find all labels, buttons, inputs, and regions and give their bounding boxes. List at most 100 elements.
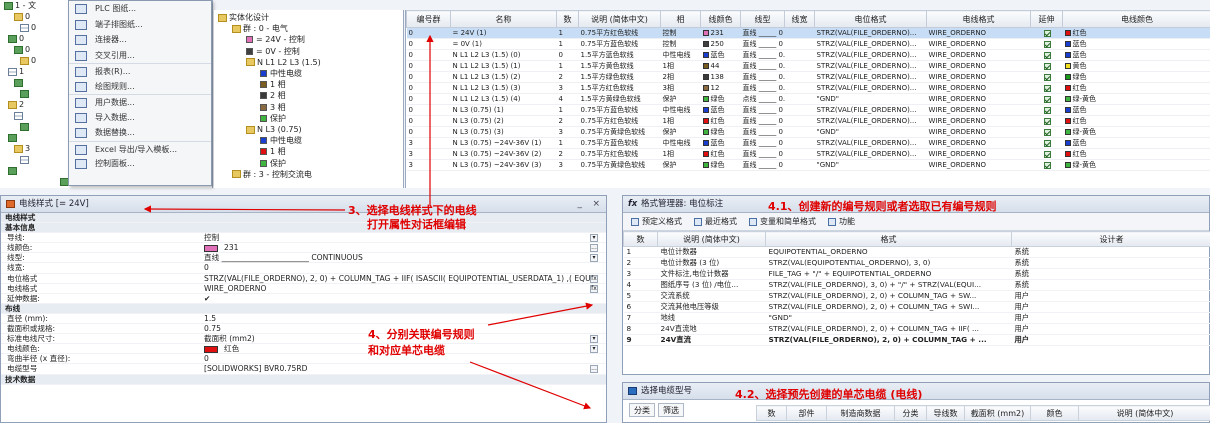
format-row[interactable]: 9 24V直流 STRZ(VAL(FILE_ORDERNO), 2, 0) + CO… xyxy=(623,334,1210,346)
wire-tree-node[interactable]: N L3 (0.75) xyxy=(246,124,302,135)
property-row[interactable]: 线型: 直线 _______________________ CONTINUOUS… xyxy=(1,253,606,264)
checkbox-icon[interactable] xyxy=(1044,51,1051,59)
checkbox-icon[interactable] xyxy=(1044,117,1051,125)
menu-item[interactable]: 控制面板... xyxy=(69,156,211,172)
column-header[interactable]: 说明 (简体中文) xyxy=(578,10,661,28)
wire-tree-node[interactable]: N L1 L2 L3 (1.5) xyxy=(246,57,321,68)
menu-item[interactable]: 报表(R)... xyxy=(69,63,211,79)
property-row[interactable]: 电线颜色: 红色 ▾ xyxy=(1,344,606,355)
checkbox-icon[interactable] xyxy=(1044,73,1051,81)
property-category[interactable]: 电线样式 xyxy=(1,213,606,224)
table-row[interactable]: 0N L3 (0.75) (1) 1 0.75平方蓝色软线 中性电线 蓝色 直线 ____… xyxy=(406,104,1210,116)
column-header[interactable]: 延伸 xyxy=(1030,10,1063,28)
checkbox-icon[interactable] xyxy=(1044,128,1051,136)
menu-item[interactable]: 用户数据... xyxy=(69,94,211,110)
menu-item[interactable]: 连接器... xyxy=(69,32,211,48)
checkbox-icon[interactable] xyxy=(1044,106,1051,114)
checkbox-icon[interactable] xyxy=(1044,95,1051,103)
checkbox-icon[interactable] xyxy=(1044,84,1051,92)
column-header[interactable]: 说明 (简体中文) xyxy=(657,231,766,247)
property-row[interactable]: 延伸数据: ✔ xyxy=(1,294,606,304)
property-row[interactable]: 电位格式 STRZ(VAL(FILE_ORDERNO), 2, 0) + COLU… xyxy=(1,274,606,284)
wire-style-properties-panel[interactable]: 电线样式 [= 24V] _ × 电线样式 基本信息 导线: 控制 ▾ 线颜色: 231..… xyxy=(0,195,607,423)
dropdown-arrow-icon[interactable]: ▾ xyxy=(590,345,598,354)
wire-tree-node[interactable]: = 0V - 控制 xyxy=(246,46,300,57)
property-row[interactable]: 弯曲半径 (x 直径): 0 xyxy=(1,354,606,365)
table-row[interactable]: 0N L1 L2 L3 (1.5) (3) 3 1.5平方红色软线 3相 12 直线 __… xyxy=(406,82,1210,94)
dropdown-arrow-icon[interactable]: ▾ xyxy=(590,335,598,344)
column-header[interactable]: 截面积 (mm2) xyxy=(964,405,1031,421)
property-row[interactable]: 截面积或规格: 0.75 xyxy=(1,324,606,335)
property-row[interactable]: 电缆型号 [SOLIDWORKS] BVR0.75RD... xyxy=(1,364,606,375)
column-header[interactable]: 线颜色 xyxy=(700,10,741,28)
wire-tree-node[interactable]: 保护 xyxy=(260,158,286,169)
column-header[interactable]: 说明 (简体中文) xyxy=(1078,405,1210,421)
wire-tree-node[interactable]: 中性电缆 xyxy=(260,68,302,79)
checkbox-icon[interactable] xyxy=(1044,161,1051,169)
wire-style-tree[interactable]: 实体化设计群 : 0 - 电气 = 24V - 控制 = 0V - 控制 N L1 L… xyxy=(214,10,404,188)
column-header[interactable]: 制造商数据 xyxy=(826,405,895,421)
column-header[interactable]: 分类 xyxy=(894,405,927,421)
property-row[interactable]: 导线: 控制 ▾ xyxy=(1,233,606,244)
property-row[interactable]: 电线格式 WIRE_ORDERNO fx xyxy=(1,284,606,294)
filter-button[interactable]: 筛选 xyxy=(658,403,684,417)
wire-style-grid[interactable]: 编号群 名称数说明 (简体中文) 相线颜色 线型 线宽 电位格式 电线格式 延伸 电线颜色 0 =… xyxy=(405,10,1210,188)
checkbox-icon[interactable] xyxy=(1044,40,1051,48)
format-row[interactable]: 8 24V直流地 STRZ(VAL(FILE_ORDERNO), 2, 0) + C… xyxy=(623,323,1210,335)
property-category[interactable]: 技术数据 xyxy=(1,374,606,385)
column-header[interactable]: 设计者 xyxy=(1011,231,1210,247)
table-row[interactable]: 0N L3 (0.75) (3) 3 0.75平方黄绿色软线 保护 绿色 直线 _____… xyxy=(406,126,1210,138)
wire-tree-node[interactable]: 实体化设计 xyxy=(218,12,269,23)
browse-button[interactable]: ... xyxy=(590,244,598,253)
minimize-icon[interactable]: _ xyxy=(578,196,583,213)
close-icon[interactable]: × xyxy=(592,196,600,213)
column-header[interactable]: 名称 xyxy=(450,10,557,28)
wire-tree-node[interactable]: 群 : 3 - 控制交流电 xyxy=(232,169,312,180)
column-header[interactable]: 电位格式 xyxy=(814,10,927,28)
property-row[interactable]: 线宽: 0 xyxy=(1,263,606,274)
format-row[interactable]: 6 交流其他电压等级 STRZ(VAL(FILE_ORDERNO), 2, 0) +… xyxy=(623,301,1210,313)
format-row[interactable]: 3 文件标注,电位计数器 FILE_TAG + "/" + EQUIPOTENTIA… xyxy=(623,268,1210,280)
property-row[interactable]: 直径 (mm): 1.5 xyxy=(1,314,606,325)
wire-tree-node[interactable]: 中性电缆 xyxy=(260,135,302,146)
table-row[interactable]: 0 = 24V (1) 1 0.75平方红色软线 控制 231 直线 _____ 0 STRZ… xyxy=(406,27,1210,39)
wire-tree-node[interactable]: = 24V - 控制 xyxy=(246,34,305,45)
menu-item[interactable]: 数据替换... xyxy=(69,125,211,141)
wire-tree-node[interactable]: 3 相 xyxy=(260,102,286,113)
format-row[interactable]: 2 电位计数器 (3 位) STRZ(VAL(EQUIPOTENTIAL_ORDER… xyxy=(623,257,1210,269)
menu-item[interactable]: PLC 图纸... xyxy=(69,1,211,17)
column-header[interactable]: 格式 xyxy=(765,231,1012,247)
checkbox-icon[interactable] xyxy=(1044,62,1051,70)
column-header[interactable]: 颜色 xyxy=(1030,405,1079,421)
property-row[interactable]: 标准电线尺寸: 截面积 (mm2) ▾ xyxy=(1,334,606,345)
checkbox-icon[interactable] xyxy=(1044,29,1051,37)
wire-tree-node[interactable]: 2 相 xyxy=(260,90,286,101)
checkbox-icon[interactable] xyxy=(1044,139,1051,147)
column-header[interactable]: 编号群 xyxy=(406,10,451,28)
dropdown-arrow-icon[interactable]: ▾ xyxy=(590,234,598,243)
table-row[interactable]: 0N L1 L2 L3 (1.5) (0) 0 1.5平方蓝色软线 中性电线 蓝色 直线 … xyxy=(406,49,1210,61)
wire-tree-node[interactable]: 1 相 xyxy=(260,79,286,90)
format-row[interactable]: 1 电位计数器 EQUIPOTENTIAL_ORDERNO 系统 xyxy=(623,246,1210,258)
menu-item[interactable]: 端子排图纸... xyxy=(69,17,211,33)
property-row[interactable]: 线颜色: 231... xyxy=(1,243,606,254)
context-menu[interactable]: PLC 图纸... 端子排图纸... 连接器... 交叉引用... 报表(R)... 绘图… xyxy=(68,0,212,186)
menu-item[interactable]: Excel 导出/导入模板... xyxy=(69,140,211,157)
column-header[interactable]: 线宽 xyxy=(784,10,815,28)
checkbox-icon[interactable] xyxy=(1044,150,1051,158)
table-row[interactable]: 0N L1 L2 L3 (1.5) (2) 2 1.5平方绿色软线 2相 138 直线 _… xyxy=(406,71,1210,83)
column-header[interactable]: 相 xyxy=(660,10,701,28)
column-header[interactable]: 部件 xyxy=(786,405,827,421)
format-row[interactable]: 5 交流系统 STRZ(VAL(FILE_ORDERNO), 2, 0) + COL… xyxy=(623,290,1210,302)
property-category[interactable]: 布线 xyxy=(1,303,606,314)
toolbar-button[interactable]: 功能 xyxy=(828,217,855,226)
column-header[interactable]: 数 xyxy=(756,405,787,421)
table-row[interactable]: 0 = 0V (1) 1 0.75平方蓝色软线 控制 250 直线 _____ 0 STRZ(… xyxy=(406,38,1210,50)
browse-button[interactable]: ... xyxy=(590,365,598,374)
table-row[interactable]: 0N L1 L2 L3 (1.5) (4) 4 1.5平方黄绿色软线 保护 绿色 点线 _… xyxy=(406,93,1210,105)
toolbar-button[interactable]: 变量和简单格式 xyxy=(749,217,816,226)
column-header[interactable]: 导线数 xyxy=(926,405,965,421)
dropdown-arrow-icon[interactable]: ▾ xyxy=(590,254,598,263)
format-row[interactable]: 7 地线 "GND" 用户 xyxy=(623,312,1210,324)
table-row[interactable]: 0N L3 (0.75) (2) 2 0.75平方红色软线 1相 红色 直线 _____ … xyxy=(406,115,1210,127)
